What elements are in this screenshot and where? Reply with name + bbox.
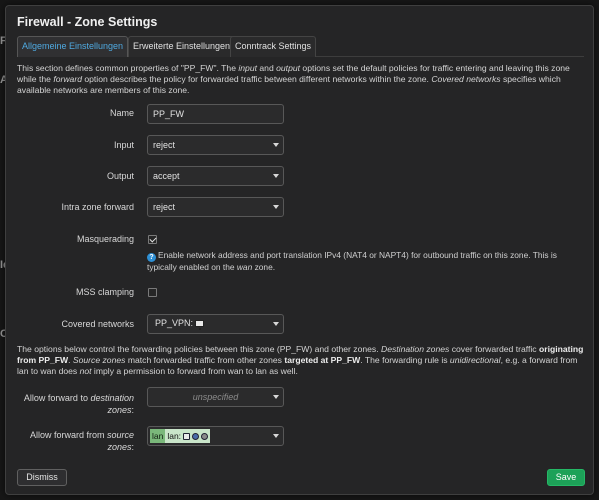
forwarding-description: The options below control the forwarding… xyxy=(17,344,584,376)
wireless-icon xyxy=(192,432,200,440)
tab-advanced-settings[interactable]: Erweiterte Einstellungen xyxy=(128,36,236,57)
zone-tag: lan xyxy=(150,429,166,443)
intra-zone-forward-label: Intra zone forward xyxy=(61,202,134,212)
source-zones-select[interactable]: lan lan: xyxy=(147,426,284,446)
tab-bar: Allgemeine Einstellungen Erweiterte Eins… xyxy=(17,36,584,57)
covered-network-chip: PP_VPN: xyxy=(153,317,206,330)
network-interface-icon xyxy=(195,320,205,330)
destination-zones-label: Allow forward to destination zones: xyxy=(23,393,134,415)
destination-zones-select[interactable]: unspecified xyxy=(147,387,284,407)
output-policy-select[interactable]: accept xyxy=(147,166,284,186)
tab-conntrack-settings[interactable]: Conntrack Settings xyxy=(230,36,317,57)
tab-general-settings[interactable]: Allgemeine Einstellungen xyxy=(17,36,129,57)
network-interface-icon xyxy=(183,432,191,440)
chevron-down-icon xyxy=(273,143,279,147)
zone-settings-dialog: Firewall - Zone Settings Allgemeine Eins… xyxy=(5,5,594,495)
zone-networks: lan: xyxy=(165,429,211,443)
chevron-down-icon xyxy=(273,322,279,326)
chevron-down-icon xyxy=(273,434,279,438)
zone-description: This section defines common properties o… xyxy=(17,63,570,95)
help-icon: ? xyxy=(147,253,156,262)
chevron-down-icon xyxy=(273,205,279,209)
output-policy-label: Output xyxy=(106,171,134,181)
source-zones-label: Allow forward from source zones: xyxy=(29,430,134,452)
dismiss-button[interactable]: Dismiss xyxy=(17,469,67,486)
covered-networks-select[interactable]: PP_VPN: xyxy=(147,314,284,334)
name-label: Name xyxy=(109,108,134,118)
chevron-down-icon xyxy=(273,174,279,178)
masquerading-checkbox[interactable] xyxy=(148,235,157,244)
covered-networks-label: Covered networks xyxy=(61,319,134,329)
masquerading-help: ? Enable network address and port transla… xyxy=(147,250,557,272)
save-button[interactable]: Save xyxy=(547,469,585,486)
name-input[interactable]: PP_FW xyxy=(147,104,284,124)
dialog-title: Firewall - Zone Settings xyxy=(17,15,158,29)
chevron-down-icon xyxy=(273,395,279,399)
intra-zone-forward-select[interactable]: reject xyxy=(147,197,284,217)
input-policy-label: Input xyxy=(113,140,134,150)
zone-chip-lan: lan lan: xyxy=(150,429,211,443)
wireless-disabled-icon xyxy=(201,432,209,440)
mss-clamping-label: MSS clamping xyxy=(75,287,134,297)
mss-clamping-checkbox[interactable] xyxy=(148,288,157,297)
input-policy-select[interactable]: reject xyxy=(147,135,284,155)
masquerading-label: Masquerading xyxy=(76,234,134,244)
